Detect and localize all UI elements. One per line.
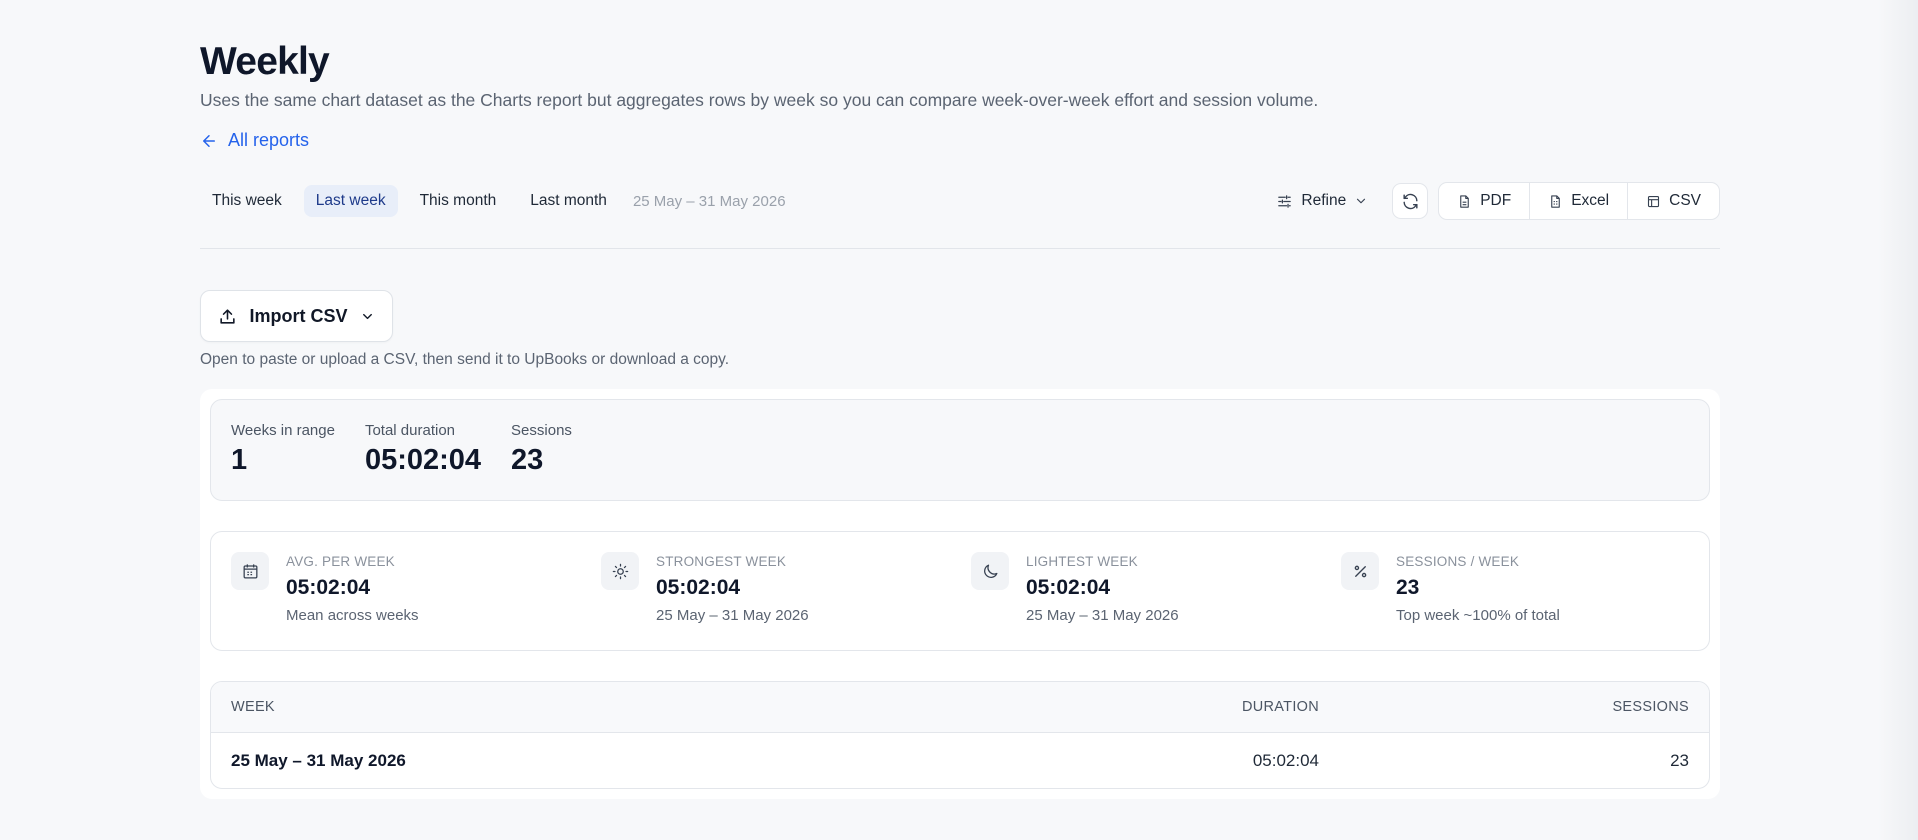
summary-value: 1 (231, 444, 248, 476)
upload-icon (220, 308, 236, 324)
table-row: 25 May – 31 May 2026 05:02:04 23 (211, 733, 1709, 788)
stat-value: 05:02:04 (656, 576, 741, 599)
all-reports-label: All reports (228, 130, 310, 150)
page-title: Weekly (200, 40, 330, 83)
stat-value: 23 (1396, 576, 1420, 599)
stat-subtext: Mean across weeks (286, 607, 419, 624)
report-actions: Refine PDF Excel CSV (1276, 182, 1720, 220)
range-this-week[interactable]: This week (200, 185, 294, 217)
moon-icon (971, 552, 1009, 590)
column-header-sessions[interactable]: SESSIONS (1612, 699, 1689, 715)
file-icon (1460, 194, 1470, 208)
stat-value: 05:02:04 (1026, 576, 1111, 599)
export-csv-button[interactable]: CSV (1627, 183, 1719, 219)
range-last-week[interactable]: Last week (303, 185, 398, 217)
summary-value: 23 (511, 444, 544, 476)
summary-sessions: Sessions 23 (511, 422, 572, 500)
import-csv-button[interactable]: Import CSV (200, 290, 393, 342)
refine-dropdown[interactable]: Refine (1276, 192, 1368, 210)
calendar-icon (231, 552, 269, 590)
range-this-month[interactable]: This month (408, 185, 509, 217)
sun-icon (601, 552, 639, 590)
export-group: PDF Excel CSV (1438, 182, 1720, 220)
range-selector: This week Last week This month Last mont… (200, 183, 786, 219)
summary-weeks: Weeks in range 1 (231, 422, 335, 500)
summary-label: Weeks in range (231, 422, 335, 439)
page-subtitle: Uses the same chart dataset as the Chart… (200, 90, 1319, 110)
report-card: Weeks in range 1 Total duration 05:02:04… (200, 389, 1720, 799)
spreadsheet-icon (1551, 194, 1561, 208)
stat-subtext: 25 May – 31 May 2026 (1026, 607, 1179, 624)
chevron-down-icon (362, 313, 372, 319)
weekly-table: WEEK DURATION SESSIONS 25 May – 31 May 2… (210, 681, 1710, 789)
all-reports-link[interactable]: All reports (200, 130, 309, 151)
summary-value: 05:02:04 (364, 444, 482, 476)
sliders-icon (1278, 194, 1292, 208)
cell-week: 25 May – 31 May 2026 (231, 751, 406, 770)
stat-lightest-week: LIGHTEST WEEK 05:02:04 25 May – 31 May 2… (971, 552, 1331, 624)
export-pdf-button[interactable]: PDF (1439, 183, 1529, 219)
export-pdf-label: PDF (1480, 192, 1512, 209)
stats-panel: AVG. PER WEEK 05:02:04 Mean across weeks… (210, 531, 1710, 651)
percent-icon (1341, 552, 1379, 590)
export-excel-label: Excel (1571, 192, 1610, 209)
range-last-month[interactable]: Last month (518, 185, 619, 217)
arrow-left-icon (203, 134, 215, 147)
report-toolbar: This week Last week This month Last mont… (200, 182, 1720, 220)
summary-panel: Weeks in range 1 Total duration 05:02:04… (210, 399, 1710, 501)
stat-strongest-week: STRONGEST WEEK 05:02:04 25 May – 31 May … (601, 552, 961, 624)
cell-sessions: 23 (1670, 751, 1689, 770)
stat-sessions-per-week: SESSIONS / WEEK 23 Top week ~100% of tot… (1341, 552, 1701, 624)
summary-label: Sessions (511, 422, 572, 439)
stat-avg-per-week: AVG. PER WEEK 05:02:04 Mean across weeks (231, 552, 591, 624)
page-edge-shade (1878, 0, 1918, 840)
table-icon (1648, 195, 1660, 207)
stat-label: AVG. PER WEEK (286, 554, 395, 569)
export-excel-button[interactable]: Excel (1529, 183, 1627, 219)
import-csv-label: Import CSV (249, 305, 348, 326)
stat-value: 05:02:04 (286, 576, 371, 599)
stat-subtext: 25 May – 31 May 2026 (656, 607, 809, 624)
toolbar-divider (200, 248, 1720, 249)
stat-label: STRONGEST WEEK (656, 554, 787, 569)
export-csv-label: CSV (1669, 192, 1701, 209)
stat-subtext: Top week ~100% of total (1396, 607, 1560, 624)
chevron-down-icon (1357, 198, 1366, 204)
summary-label: Total duration (364, 422, 456, 439)
refresh-icon (1403, 193, 1418, 209)
column-header-duration[interactable]: DURATION (1242, 699, 1319, 715)
refresh-button[interactable] (1392, 183, 1429, 219)
cell-duration: 05:02:04 (1252, 751, 1319, 770)
date-range-label: 25 May – 31 May 2026 (632, 192, 786, 210)
stat-label: LIGHTEST WEEK (1026, 554, 1138, 569)
table-header: WEEK DURATION SESSIONS (211, 682, 1709, 733)
stat-label: SESSIONS / WEEK (1396, 554, 1520, 569)
refine-label: Refine (1301, 192, 1347, 209)
summary-duration: Total duration 05:02:04 (365, 422, 481, 500)
column-header-week[interactable]: WEEK (231, 699, 275, 715)
import-help-text: Open to paste or upload a CSV, then send… (200, 351, 730, 368)
